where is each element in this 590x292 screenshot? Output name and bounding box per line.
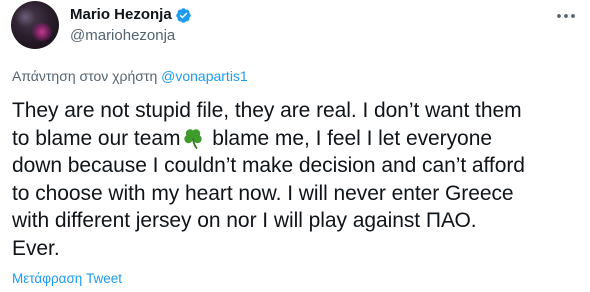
tweet-text-line: to blame our team blame me, I feel I let… [12, 125, 582, 153]
author-display-name[interactable]: Mario Hezonja [70, 5, 172, 25]
translate-tweet-link[interactable]: Μετάφραση Tweet [12, 270, 122, 288]
author-avatar[interactable] [11, 1, 59, 49]
verified-badge-icon [175, 7, 192, 24]
tweet-text-segment: to blame our team [12, 126, 181, 150]
reply-mention-link[interactable]: @vonapartis1 [161, 68, 248, 84]
reply-context: Απάντηση στον χρήστη @vonapartis1 [12, 67, 248, 85]
avatar-photo-light [31, 23, 53, 41]
tweet-text-line: Ever. [12, 236, 60, 260]
shamrock-icon [181, 127, 205, 149]
author-block: Mario Hezonja @mariohezonja [70, 5, 192, 46]
tweet-text: They are not stupid file, they are real.… [12, 97, 582, 262]
tweet-text-line: down because I couldn’t make decision an… [12, 154, 525, 177]
more-horizontal-icon [556, 13, 576, 19]
more-options-button[interactable] [553, 6, 579, 26]
tweet-text-line: They are not stupid file, they are real.… [12, 99, 522, 122]
tweet-text-segment: blame me, I feel I let everyone [206, 126, 492, 150]
tweet-text-line: with different jersey on nor I will play… [12, 209, 477, 232]
tweet-text-line: to choose with my heart now. I will neve… [12, 181, 514, 205]
tweet-card: Mario Hezonja @mariohezonja Απάντηση στο… [0, 0, 590, 292]
author-name-row: Mario Hezonja [70, 5, 192, 25]
reply-context-prefix: Απάντηση στον χρήστη [12, 68, 158, 84]
author-handle[interactable]: @mariohezonja [70, 26, 192, 46]
avatar-photo-detail [15, 7, 35, 27]
